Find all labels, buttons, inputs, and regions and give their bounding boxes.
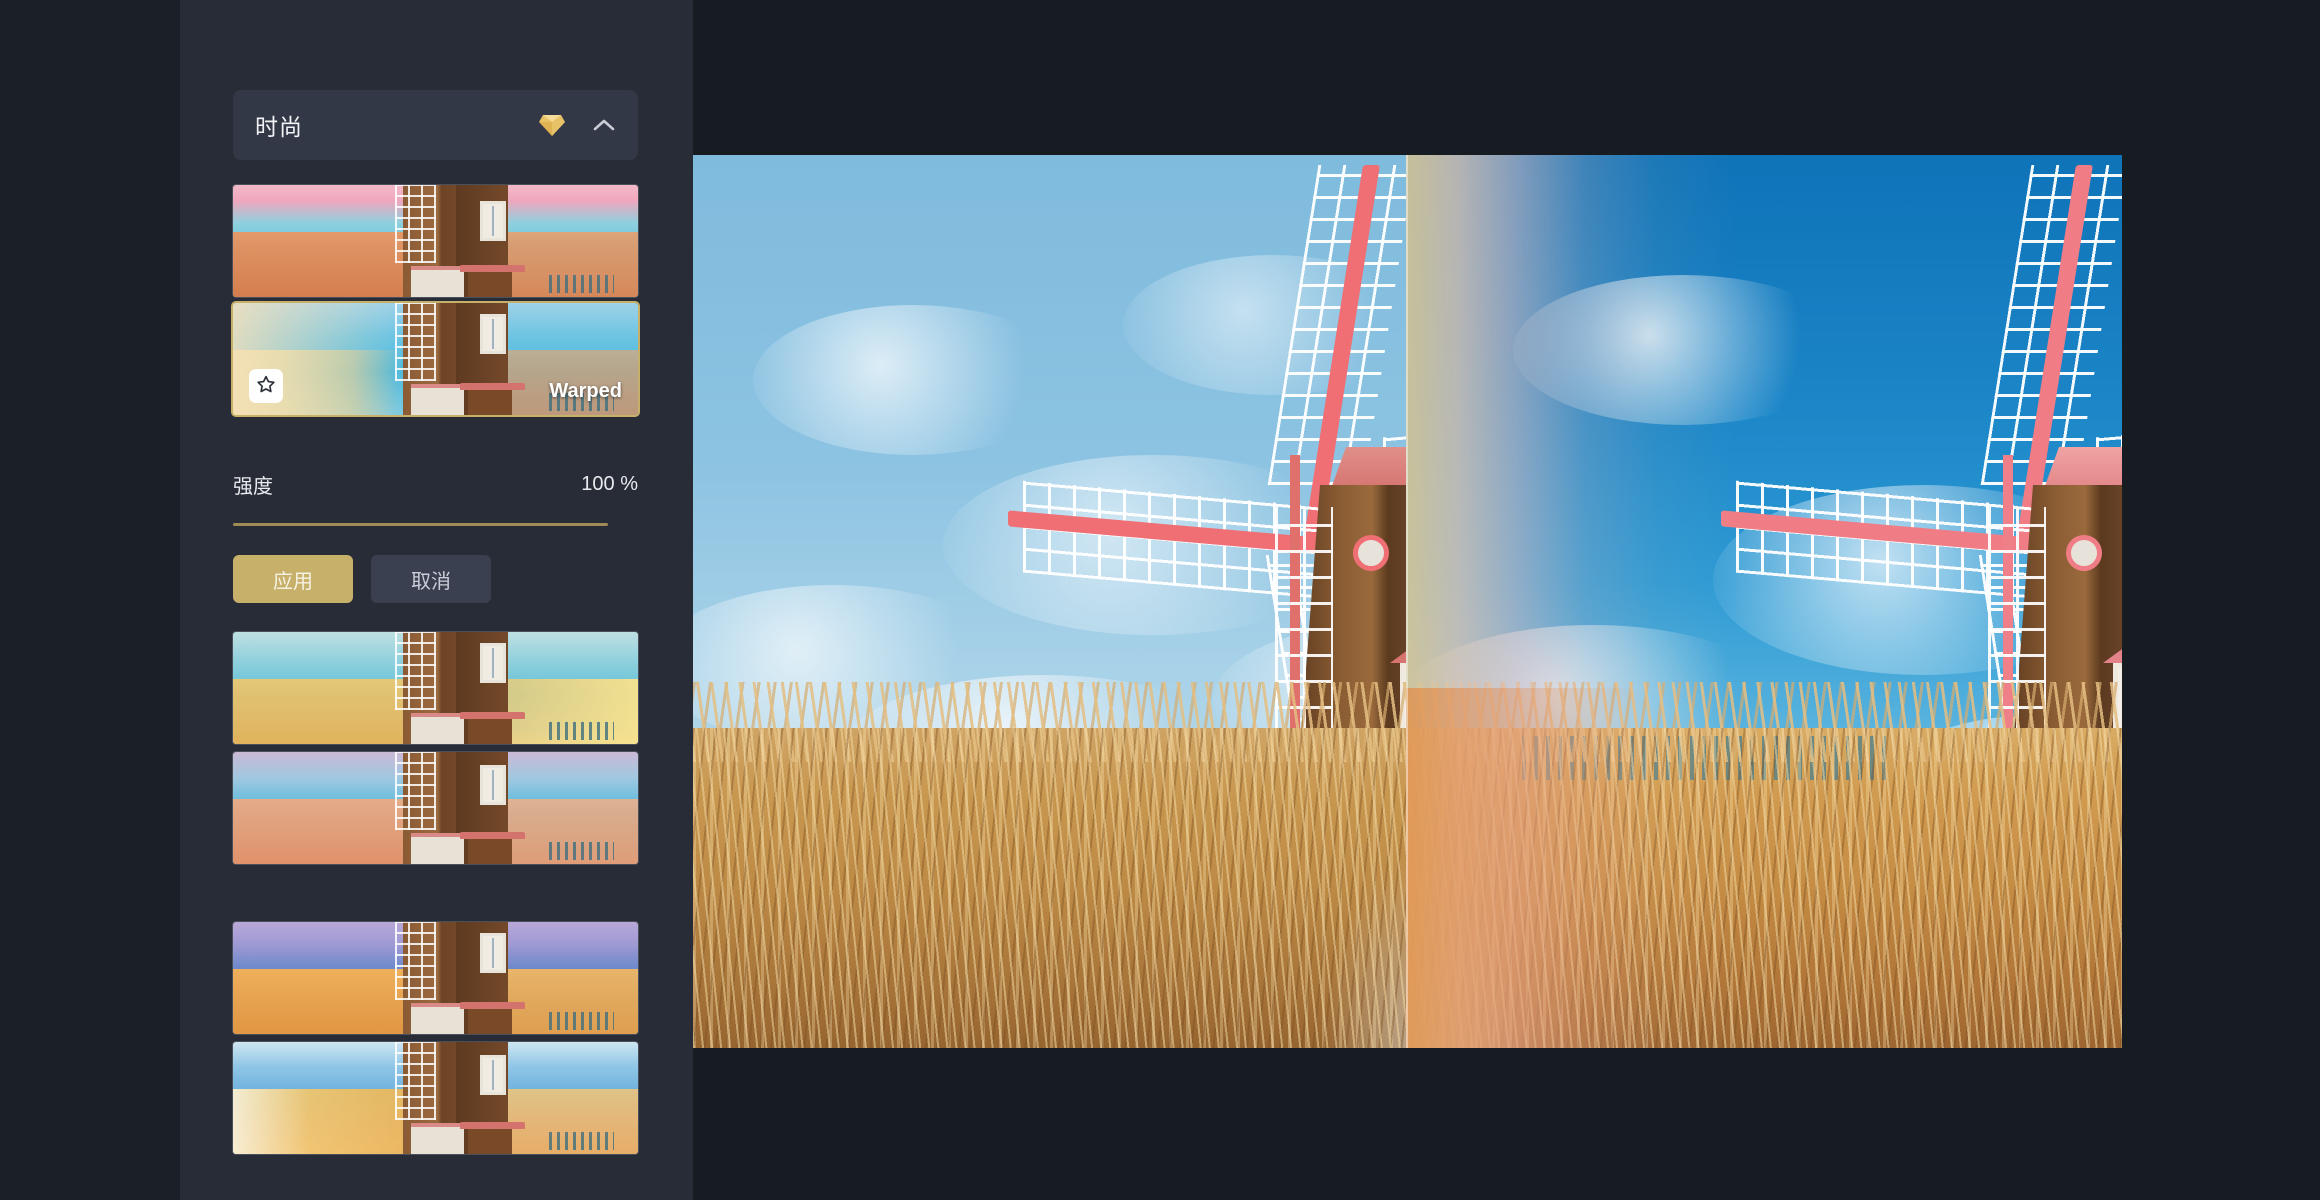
intensity-label: 强度 — [233, 476, 273, 498]
thumb-awning — [459, 1001, 525, 1010]
favorite-button[interactable] — [249, 369, 283, 403]
filter-thumbnail-5[interactable] — [233, 922, 638, 1034]
chevron-up-icon[interactable] — [592, 117, 616, 133]
apply-button[interactable]: 应用 — [233, 555, 353, 603]
intensity-slider[interactable] — [233, 512, 638, 538]
filter-thumbnail-4[interactable] — [233, 752, 638, 864]
thumb-fence — [548, 1011, 614, 1030]
thumb-porch — [411, 713, 464, 744]
thumb-grass-left — [233, 232, 404, 297]
filter-thumbnail-warped[interactable]: Warped — [233, 303, 638, 415]
thumb-awning — [459, 382, 525, 391]
gem-icon[interactable] — [538, 112, 592, 138]
app-root: 时尚 Warped 强度 100 % 应用 取消 — [0, 0, 2320, 1200]
thumb-awning — [459, 264, 525, 273]
thumb-awning — [459, 711, 525, 720]
image-preview[interactable] — [693, 155, 2122, 1048]
grass-blades — [693, 728, 1406, 1048]
thumb-scene — [233, 922, 638, 1034]
cancel-button[interactable]: 取消 — [371, 555, 491, 603]
thumb-porch — [411, 266, 464, 297]
thumb-window — [480, 1055, 507, 1096]
slider-track — [233, 523, 608, 526]
intensity-value: 100 % — [581, 473, 638, 495]
filter-thumbnail-3[interactable] — [233, 632, 638, 744]
thumb-porch — [411, 1003, 464, 1034]
filter-panel: 时尚 Warped 强度 100 % 应用 取消 — [180, 0, 799, 1200]
thumb-window — [480, 933, 507, 974]
intensity-row: 强度 100 % — [233, 470, 638, 499]
thumb-door — [467, 1009, 513, 1034]
window-roof — [1390, 641, 1406, 663]
thumb-grass-left — [233, 1089, 404, 1154]
thumb-fence — [548, 1131, 614, 1150]
thumb-awning — [459, 1121, 525, 1130]
thumb-fence — [548, 274, 614, 293]
action-buttons: 应用 取消 — [233, 555, 491, 603]
thumb-fence — [548, 841, 614, 860]
thumb-window — [480, 314, 507, 355]
thumb-porch — [411, 1123, 464, 1154]
thumb-door — [467, 272, 513, 297]
grass-field-filtered — [1406, 682, 2122, 1048]
thumb-lattice — [395, 752, 436, 831]
left-gutter — [0, 0, 180, 1200]
filter-category-header[interactable]: 时尚 — [233, 90, 638, 160]
thumb-lattice — [395, 185, 436, 264]
thumb-fence — [548, 721, 614, 740]
filter-thumbnail-6[interactable] — [233, 1042, 638, 1154]
thumb-scene — [233, 752, 638, 864]
thumb-grass-left — [233, 799, 404, 864]
thumb-scene — [233, 632, 638, 744]
before-after-divider[interactable] — [1406, 155, 1408, 1048]
filter-thumbnail-1[interactable] — [233, 185, 638, 297]
thumb-door — [467, 839, 513, 864]
thumb-porch — [411, 833, 464, 864]
star-icon — [256, 374, 276, 399]
filter-name-label: Warped — [549, 380, 622, 402]
thumb-door — [467, 1129, 513, 1154]
thumb-awning — [459, 831, 525, 840]
preview-half-filtered — [1406, 155, 2122, 1048]
thumb-lattice — [395, 632, 436, 711]
thumb-lattice — [395, 922, 436, 1001]
panel-title: 时尚 — [255, 114, 303, 140]
thumb-lattice — [395, 1042, 436, 1121]
thumb-window — [480, 765, 507, 806]
grass-field-original — [693, 682, 1406, 1048]
thumb-grass-left — [233, 679, 404, 744]
thumb-scene — [233, 1042, 638, 1154]
thumb-porch — [411, 384, 464, 415]
thumb-door — [467, 719, 513, 744]
preview-half-original — [693, 155, 1406, 1048]
thumb-window — [480, 643, 507, 684]
thumb-lattice — [395, 303, 436, 382]
thumb-grass-left — [233, 969, 404, 1034]
thumb-scene — [233, 185, 638, 297]
windmill-hub — [1353, 535, 1389, 571]
thumb-window — [480, 200, 507, 241]
thumb-door — [467, 390, 513, 415]
